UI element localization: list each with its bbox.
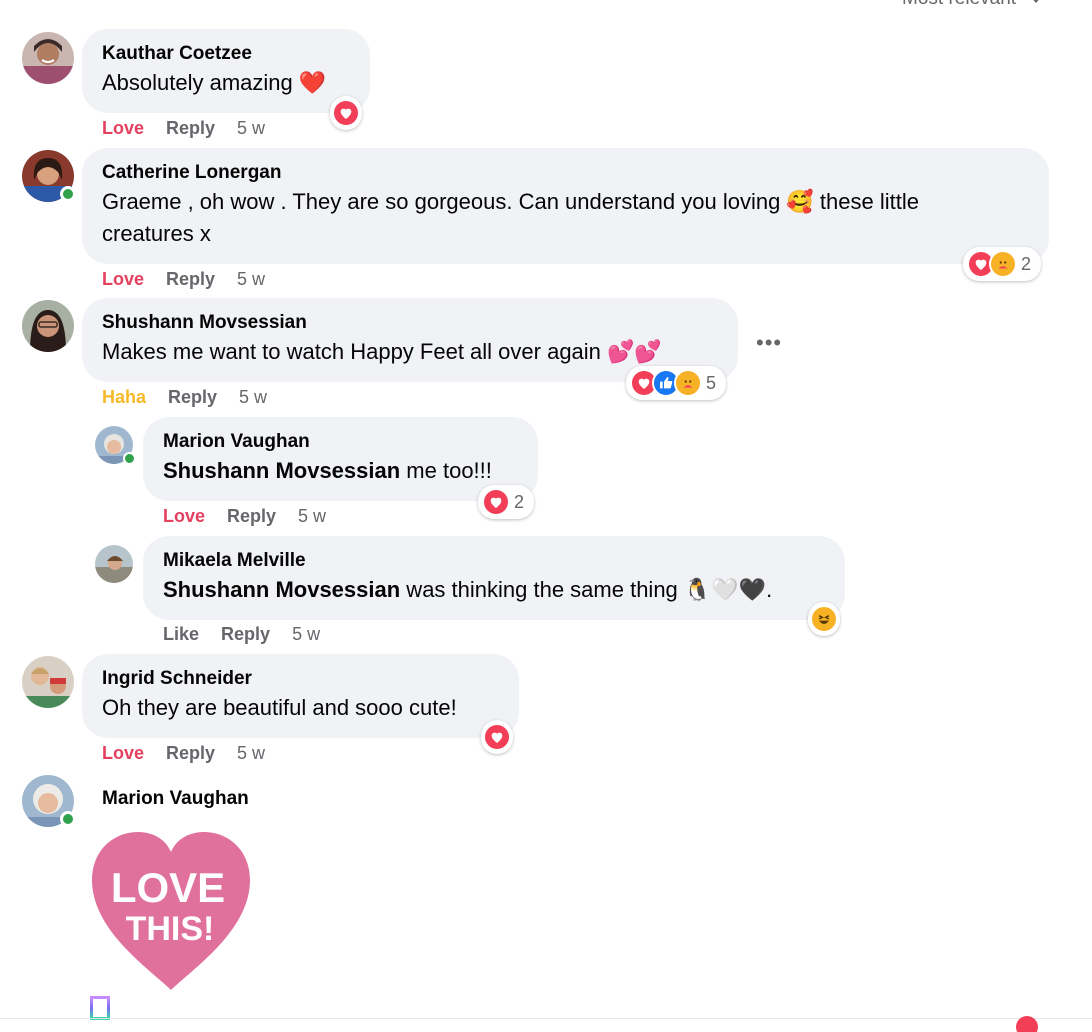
timestamp[interactable]: 5 w — [292, 624, 320, 644]
comment-bubble: Catherine Lonergan Graeme , oh wow . The… — [82, 148, 1049, 264]
like-button[interactable]: Like — [163, 624, 199, 644]
comment-author[interactable]: Catherine Lonergan — [102, 162, 1029, 184]
reaction-summary[interactable]: 2 — [963, 247, 1042, 281]
online-status-icon — [60, 186, 76, 202]
reaction-summary[interactable]: 5 — [626, 366, 727, 400]
reaction-count: 2 — [1021, 253, 1032, 274]
comment-bubble: Kauthar Coetzee Absolutely amazing ❤️ — [82, 29, 370, 113]
reply-text: Shushann Movsessian me too!!! — [163, 455, 518, 487]
reaction-summary[interactable]: 2 — [478, 485, 535, 519]
timestamp[interactable]: 5 w — [237, 118, 265, 138]
comment-bubble: Ingrid Schneider Oh they are beautiful a… — [82, 654, 519, 738]
avatar[interactable] — [22, 150, 76, 202]
avatar[interactable] — [95, 545, 133, 583]
reply-bubble: Mikaela Melville Shushann Movsessian was… — [143, 536, 845, 620]
comment-author[interactable]: Kauthar Coetzee — [102, 43, 350, 65]
haha-button[interactable]: Haha — [102, 387, 146, 407]
comment-text: Makes me want to watch Happy Feet all ov… — [102, 339, 662, 364]
care-icon — [989, 250, 1017, 278]
haha-icon — [810, 605, 838, 633]
avatar[interactable] — [95, 426, 136, 465]
comment-author[interactable]: Marion Vaughan — [102, 788, 249, 810]
reply-author[interactable]: Marion Vaughan — [163, 431, 518, 453]
comment-actions: Haha Reply 5 w — [102, 387, 289, 408]
reply-text-body: was thinking the same thing 🐧🤍🖤. — [400, 577, 773, 602]
comment-author[interactable]: Shushann Movsessian — [102, 312, 718, 334]
love-button[interactable]: Love — [102, 118, 144, 138]
timestamp[interactable]: 5 w — [239, 387, 267, 407]
comment-text: Absolutely amazing ❤️ — [102, 70, 327, 95]
comment-actions: Love Reply 5 w — [102, 743, 287, 764]
avatar-image — [95, 545, 133, 583]
reply-button[interactable]: Reply — [166, 269, 215, 289]
heart-icon — [332, 99, 360, 127]
love-this-sticker[interactable]: LOVE THIS! — [88, 828, 254, 994]
online-status-icon — [123, 452, 136, 465]
sticker-line2: THIS! — [126, 910, 215, 948]
reply-author[interactable]: Mikaela Melville — [163, 550, 825, 572]
reaction-count: 5 — [706, 372, 717, 393]
love-button[interactable]: Love — [102, 743, 144, 763]
comment-author[interactable]: Ingrid Schneider — [102, 668, 499, 690]
reply-button[interactable]: Reply — [166, 743, 215, 763]
reaction-count: 2 — [514, 491, 525, 512]
online-status-icon — [60, 811, 76, 827]
love-button[interactable]: Love — [163, 506, 205, 526]
reply-text-body: me too!!! — [400, 458, 492, 483]
heart-icon — [482, 488, 510, 516]
timestamp[interactable]: 5 w — [298, 506, 326, 526]
sort-label: Most relevant — [902, 0, 1016, 9]
reply-button[interactable]: Reply — [227, 506, 276, 526]
mention-link[interactable]: Shushann Movsessian — [163, 458, 400, 483]
divider — [0, 1018, 1092, 1019]
reaction-summary[interactable] — [330, 96, 362, 130]
reply-button[interactable]: Reply — [166, 118, 215, 138]
comment-actions: Love Reply 5 w — [102, 118, 287, 139]
avatar[interactable] — [22, 656, 74, 708]
heart-icon — [483, 723, 511, 751]
avatar[interactable] — [22, 32, 74, 84]
reply-bubble: Marion Vaughan Shushann Movsessian me to… — [143, 417, 538, 501]
comment-text: Oh they are beautiful and sooo cute! — [102, 695, 457, 720]
care-icon — [674, 369, 702, 397]
reply-button[interactable]: Reply — [168, 387, 217, 407]
avatar-image — [22, 656, 74, 708]
timestamp[interactable]: 5 w — [237, 269, 265, 289]
avatar-image — [22, 300, 74, 352]
reply-actions: Love Reply 5 w — [163, 506, 348, 527]
chevron-down-icon — [1028, 0, 1045, 4]
reply-button[interactable]: Reply — [221, 624, 270, 644]
reaction-summary[interactable] — [481, 720, 513, 754]
heart-icon — [1016, 1016, 1038, 1032]
avatar[interactable] — [22, 775, 76, 827]
love-button[interactable]: Love — [102, 269, 144, 289]
reply-text: Shushann Movsessian was thinking the sam… — [163, 574, 825, 606]
avatar[interactable] — [22, 300, 74, 352]
more-options-icon[interactable]: ••• — [756, 330, 782, 356]
mention-link[interactable]: Shushann Movsessian — [163, 577, 400, 602]
comment-text-line: creatures x — [102, 221, 211, 246]
timestamp[interactable]: 5 w — [237, 743, 265, 763]
avatar-image — [22, 32, 74, 84]
sticker-line1: LOVE — [111, 864, 225, 911]
comment-actions: Love Reply 5 w — [102, 269, 287, 290]
sort-dropdown[interactable]: Most relevant — [902, 0, 1045, 10]
reaction-summary[interactable] — [808, 602, 840, 636]
sticker-source-icon — [90, 996, 110, 1020]
comment-text-line: Graeme , oh wow . They are so gorgeous. … — [102, 189, 919, 214]
reply-actions: Like Reply 5 w — [163, 624, 342, 645]
